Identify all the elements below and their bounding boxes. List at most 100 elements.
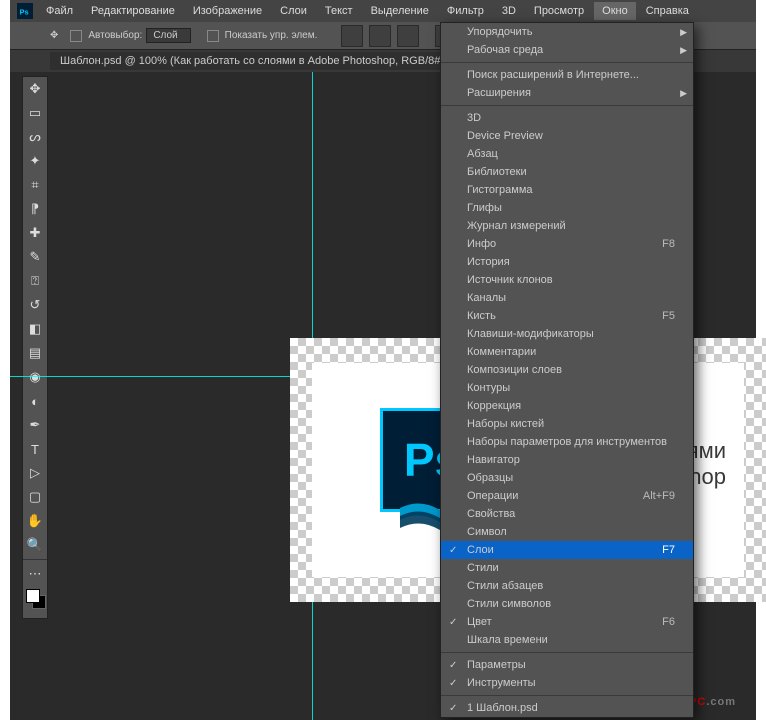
menu-image[interactable]: Изображение — [185, 2, 270, 20]
tool-eraser[interactable]: ◧ — [23, 317, 47, 341]
document-tab-title: Шаблон.psd @ 100% (Как работать со слоям… — [60, 55, 451, 67]
show-controls-checkbox[interactable] — [207, 30, 219, 42]
menu-item-цвет[interactable]: ✓ЦветF6 — [441, 613, 693, 631]
tool-more[interactable]: ⋯ — [23, 562, 47, 586]
tool-pen[interactable]: ✒ — [23, 413, 47, 437]
submenu-arrow-icon: ▶ — [680, 88, 687, 99]
tool-type[interactable]: T — [23, 437, 47, 461]
menu-item-шкала-времени[interactable]: Шкала времени — [441, 631, 693, 649]
menu-item-label: Образцы — [467, 472, 513, 484]
menu-help[interactable]: Справка — [638, 2, 697, 20]
tool-shape[interactable]: ▢ — [23, 485, 47, 509]
tool-wand[interactable]: ✦ — [23, 149, 47, 173]
menu-edit[interactable]: Редактирование — [83, 2, 183, 20]
menu-item-абзац[interactable]: Абзац — [441, 145, 693, 163]
autoselect-target-select[interactable]: Слой — [146, 28, 190, 43]
show-controls-label: Показать упр. элем. — [225, 30, 318, 41]
tool-hand[interactable]: ✋ — [23, 509, 47, 533]
toolbox: ✥ ▭ ᔕ ✦ ⌗ ⁋ ✚ ✎ ⍰ ↺ ◧ ▤ ◉ ◐ ✒ T ▷ ▢ ✋ 🔍 … — [22, 76, 48, 619]
menu-item-инструменты[interactable]: ✓Инструменты — [441, 674, 693, 692]
menu-item-label: Операции — [467, 490, 518, 502]
menu-item-рабочая-среда[interactable]: Рабочая среда▶ — [441, 41, 693, 59]
tool-dodge[interactable]: ◐ — [23, 389, 47, 413]
menu-item-свойства[interactable]: Свойства — [441, 505, 693, 523]
menu-separator — [441, 652, 693, 653]
menu-item-коррекция[interactable]: Коррекция — [441, 397, 693, 415]
menu-item-расширения[interactable]: Расширения▶ — [441, 84, 693, 102]
menu-item-операции[interactable]: ОперацииAlt+F9 — [441, 487, 693, 505]
tool-lasso[interactable]: ᔕ — [23, 125, 47, 149]
menu-item-гистограмма[interactable]: Гистограмма — [441, 181, 693, 199]
menu-item-журнал-измерений[interactable]: Журнал измерений — [441, 217, 693, 235]
menu-item-инфо[interactable]: ИнфоF8 — [441, 235, 693, 253]
menu-3d[interactable]: 3D — [494, 2, 524, 20]
menu-item-композиции-слоев[interactable]: Композиции слоев — [441, 361, 693, 379]
menu-item-стили-абзацев[interactable]: Стили абзацев — [441, 577, 693, 595]
menu-item-образцы[interactable]: Образцы — [441, 469, 693, 487]
align-btn-3[interactable] — [397, 25, 419, 47]
menu-item-label: Наборы кистей — [467, 418, 544, 430]
menu-item-device-preview[interactable]: Device Preview — [441, 127, 693, 145]
menu-item-label: Глифы — [467, 202, 502, 214]
menu-item-label: Коррекция — [467, 400, 521, 412]
tool-stamp[interactable]: ⍰ — [23, 269, 47, 293]
menu-item-label: Навигатор — [467, 454, 520, 466]
menu-item-глифы[interactable]: Глифы — [441, 199, 693, 217]
menu-item-label: Стили — [467, 562, 499, 574]
tool-blur[interactable]: ◉ — [23, 365, 47, 389]
menu-item-контуры[interactable]: Контуры — [441, 379, 693, 397]
fg-color-swatch[interactable] — [26, 589, 40, 603]
autoselect-checkbox[interactable] — [70, 30, 82, 42]
tool-eyedropper[interactable]: ⁋ — [23, 197, 47, 221]
tool-zoom[interactable]: 🔍 — [23, 533, 47, 557]
menu-item-label: 1 Шаблон.psd — [467, 702, 538, 714]
menu-item-наборы-кистей[interactable]: Наборы кистей — [441, 415, 693, 433]
check-icon: ✓ — [449, 545, 457, 556]
menu-item-label: Наборы параметров для инструментов — [467, 436, 667, 448]
tool-crop[interactable]: ⌗ — [23, 173, 47, 197]
color-swatches[interactable] — [23, 586, 47, 618]
menu-item-label: Поиск расширений в Интернете... — [467, 69, 639, 81]
align-btn-1[interactable] — [341, 25, 363, 47]
tool-marquee[interactable]: ▭ — [23, 101, 47, 125]
menu-text[interactable]: Текст — [317, 2, 361, 20]
menu-item-история[interactable]: История — [441, 253, 693, 271]
tool-gradient[interactable]: ▤ — [23, 341, 47, 365]
submenu-arrow-icon: ▶ — [680, 27, 687, 38]
menu-item-комментарии[interactable]: Комментарии — [441, 343, 693, 361]
menu-item-label: Рабочая среда — [467, 44, 543, 56]
menu-item-label: Библиотеки — [467, 166, 527, 178]
menu-item-упорядочить[interactable]: Упорядочить ▶ — [441, 23, 693, 41]
menu-layers[interactable]: Слои — [272, 2, 315, 20]
menu-item-label: Стили абзацев — [467, 580, 543, 592]
menu-item-параметры[interactable]: ✓Параметры — [441, 656, 693, 674]
menu-item-навигатор[interactable]: Навигатор — [441, 451, 693, 469]
menu-item-источник-клонов[interactable]: Источник клонов — [441, 271, 693, 289]
menu-item-каналы[interactable]: Каналы — [441, 289, 693, 307]
menu-item-стили[interactable]: Стили — [441, 559, 693, 577]
menu-item-кисть[interactable]: КистьF5 — [441, 307, 693, 325]
menu-window[interactable]: Окно — [594, 2, 636, 20]
tool-path[interactable]: ▷ — [23, 461, 47, 485]
menu-filter[interactable]: Фильтр — [439, 2, 492, 20]
tool-move[interactable]: ✥ — [23, 77, 47, 101]
menu-item-наборы-параметров-для-инструментов[interactable]: Наборы параметров для инструментов — [441, 433, 693, 451]
align-btn-2[interactable] — [369, 25, 391, 47]
tool-heal[interactable]: ✚ — [23, 221, 47, 245]
menu-item-стили-символов[interactable]: Стили символов — [441, 595, 693, 613]
window-dropdown-menu: Упорядочить▶Рабочая среда▶Поиск расширен… — [440, 22, 694, 718]
menu-item-слои[interactable]: ✓СлоиF7 — [441, 541, 693, 559]
menu-file[interactable]: Файл — [38, 2, 81, 20]
menu-view[interactable]: Просмотр — [526, 2, 592, 20]
menu-item-клавиши-модификаторы[interactable]: Клавиши-модификаторы — [441, 325, 693, 343]
document-tab[interactable]: Шаблон.psd @ 100% (Как работать со слоям… — [50, 52, 473, 70]
menu-select[interactable]: Выделение — [363, 2, 437, 20]
tool-history-brush[interactable]: ↺ — [23, 293, 47, 317]
menu-item-библиотеки[interactable]: Библиотеки — [441, 163, 693, 181]
menu-item-3d[interactable]: 3D — [441, 109, 693, 127]
menu-item-1-шаблон-psd[interactable]: ✓1 Шаблон.psd — [441, 699, 693, 717]
menu-item-label: Упорядочить — [467, 26, 532, 38]
menu-item-поиск-расширений-в-интернете-[interactable]: Поиск расширений в Интернете... — [441, 66, 693, 84]
tool-brush[interactable]: ✎ — [23, 245, 47, 269]
menu-item-символ[interactable]: Символ — [441, 523, 693, 541]
